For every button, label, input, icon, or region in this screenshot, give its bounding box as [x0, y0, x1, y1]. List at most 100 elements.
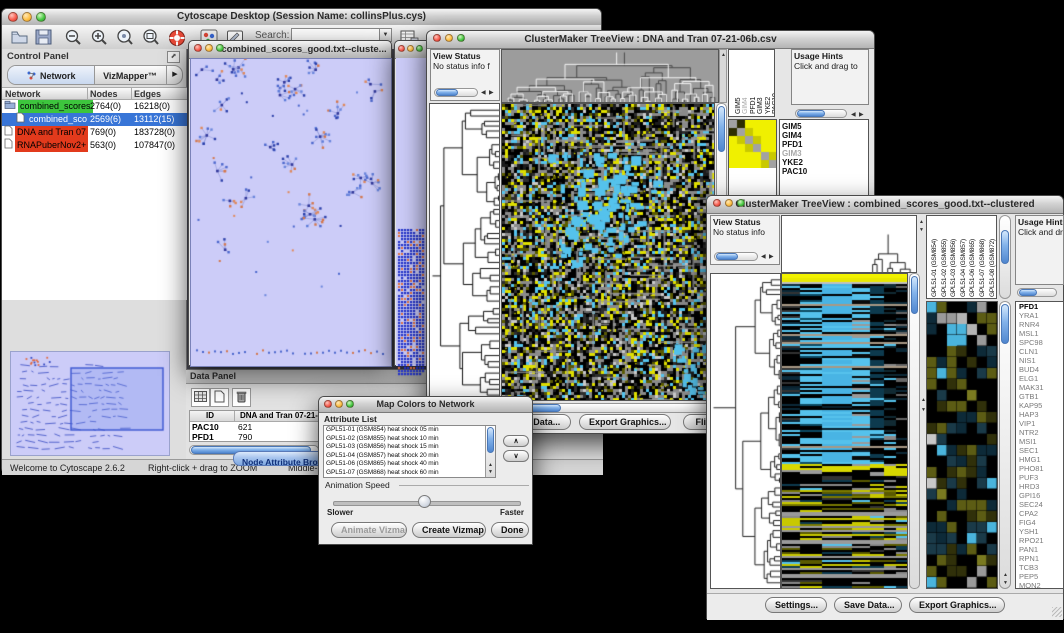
attribute-item[interactable]: GPL51-06 (GSM865) heat shock 40 min: [324, 460, 495, 469]
gene-label[interactable]: HMG1: [1016, 455, 1063, 464]
gene-label[interactable]: ELG1: [1016, 374, 1063, 383]
tv1-heatmap[interactable]: [502, 104, 714, 400]
gene-label[interactable]: PFD1: [1016, 302, 1063, 311]
zoom-window-icon[interactable]: [36, 12, 46, 22]
gene-label[interactable]: SEC1: [1016, 446, 1063, 455]
rotated-column-label[interactable]: PFD1: [750, 97, 757, 114]
minimize-icon[interactable]: [335, 400, 343, 408]
float-panel-icon[interactable]: ⬈: [167, 51, 180, 63]
scroll-down-icon[interactable]: ▼: [919, 226, 924, 234]
scroll-right-icon[interactable]: ▶: [489, 89, 494, 97]
gene-label[interactable]: MSI1: [1016, 437, 1063, 446]
zoom-window-icon[interactable]: [216, 44, 224, 52]
scroll-up-icon[interactable]: ▲: [1003, 571, 1008, 579]
scroll-left-icon[interactable]: ◀: [761, 253, 766, 261]
scroll-left-icon[interactable]: ◀: [851, 111, 856, 119]
gene-label[interactable]: YSH1: [1016, 527, 1063, 536]
gene-label[interactable]: PHO81: [1016, 464, 1063, 473]
zoom-window-icon[interactable]: [737, 199, 745, 207]
tv2-labels-vscrollbar[interactable]: [999, 215, 1011, 299]
col-network[interactable]: Network: [5, 89, 41, 99]
tv1-row-dendrogram[interactable]: [430, 104, 499, 400]
minimize-icon[interactable]: [22, 12, 32, 22]
network-canvas[interactable]: [191, 59, 389, 364]
attribute-item[interactable]: GPL51-01 (GSM854) heat shock 05 min: [324, 426, 495, 435]
rotated-column-label[interactable]: GIM4: [742, 98, 749, 114]
tv1-scroll-strip[interactable]: ▲: [719, 49, 727, 103]
minimize-icon[interactable]: [205, 44, 213, 52]
move-down-button[interactable]: ∨: [503, 450, 529, 462]
zoom-window-icon[interactable]: [416, 45, 423, 52]
gene-label[interactable]: MON2: [1016, 581, 1063, 589]
scroll-right-icon[interactable]: ▶: [769, 253, 774, 261]
move-up-button[interactable]: ∧: [503, 435, 529, 447]
value-column-header[interactable]: DNA and Tran 07-21-06: [240, 411, 327, 420]
gene-label[interactable]: RPO21: [1016, 536, 1063, 545]
close-icon[interactable]: [324, 400, 332, 408]
gene-label[interactable]: YRA1: [1016, 311, 1063, 320]
animate-vizmap-button[interactable]: Animate Vizmap: [331, 522, 407, 538]
dialog-titlebar[interactable]: Map Colors to Network: [319, 397, 532, 413]
rotated-column-label[interactable]: YKE2: [765, 97, 772, 114]
rotated-column-label[interactable]: GPL51-03 (GSM856): [950, 239, 957, 297]
minimize-icon[interactable]: [725, 199, 733, 207]
dense-network-canvas[interactable]: [397, 228, 427, 378]
rotated-column-label[interactable]: GIM3: [757, 98, 764, 114]
gene-label[interactable]: HAP3: [1016, 410, 1063, 419]
tv2-vscrollbar[interactable]: [909, 273, 920, 589]
close-icon[interactable]: [8, 12, 18, 22]
speed-slider-thumb[interactable]: [418, 495, 431, 508]
save-data-button[interactable]: Save Data...: [834, 597, 902, 613]
gene-label[interactable]: PAC10: [780, 167, 868, 176]
gene-label[interactable]: SEC24: [1016, 500, 1063, 509]
attribute-item[interactable]: GPL51-04 (GSM857) heat shock 20 min: [324, 452, 495, 461]
network-view-titlebar[interactable]: combined_scores_good.txt--cluste...: [189, 41, 391, 59]
scroll-down-icon[interactable]: ▼: [1003, 579, 1008, 587]
attribute-select-icon[interactable]: [191, 388, 210, 407]
tv1-column-dendrogram[interactable]: [502, 50, 718, 102]
treeview2-titlebar[interactable]: ClusterMaker TreeView : combined_scores_…: [707, 196, 1063, 214]
scroll-up-icon[interactable]: ▲: [721, 51, 726, 59]
network-view-2-titlebar[interactable]: [395, 41, 427, 59]
network-row[interactable]: DNA and Tran 07769(0)183728(0): [2, 126, 187, 139]
zoom-fit-icon[interactable]: [142, 29, 160, 51]
gene-label[interactable]: NTR2: [1016, 428, 1063, 437]
id-column-header[interactable]: ID: [206, 411, 214, 420]
rotated-column-label[interactable]: GIM5: [735, 98, 742, 114]
close-icon[interactable]: [713, 199, 721, 207]
gene-label[interactable]: RNR4: [1016, 320, 1063, 329]
tv2-status-hscrollbar[interactable]: [714, 252, 758, 261]
zoom-selected-icon[interactable]: [116, 29, 134, 51]
export-graphics-button[interactable]: Export Graphics...: [909, 597, 1005, 613]
rotated-column-label[interactable]: PAC10: [772, 93, 775, 114]
gene-label[interactable]: GIM5: [780, 122, 868, 131]
gene-label[interactable]: GTB1: [1016, 392, 1063, 401]
scroll-left-icon[interactable]: ◀: [481, 89, 486, 97]
tab-overflow-button[interactable]: ▶: [166, 66, 183, 84]
network-row[interactable]: combined_scores2764(0)16218(0): [2, 100, 187, 113]
tv2-heatmap[interactable]: [782, 274, 907, 588]
rotated-column-label[interactable]: GPL51-02 (GSM855): [941, 239, 948, 297]
tv1-status-hscrollbar[interactable]: [434, 88, 478, 97]
delete-attribute-icon[interactable]: [232, 388, 251, 407]
scroll-down-icon[interactable]: ▼: [488, 468, 493, 476]
done-button[interactable]: Done: [491, 522, 529, 538]
gene-label[interactable]: FIG4: [1016, 518, 1063, 527]
new-attribute-icon[interactable]: [210, 388, 229, 407]
zoom-window-icon[interactable]: [457, 34, 465, 42]
rotated-column-label[interactable]: GPL51-01 (GSM854): [931, 239, 938, 297]
zoom-out-icon[interactable]: [64, 29, 82, 51]
rotated-column-label[interactable]: GPL51-06 (GSM865): [969, 239, 976, 297]
tab-network[interactable]: Network: [8, 66, 95, 84]
rotated-column-label[interactable]: GPL51-07 (GSM868): [979, 239, 986, 297]
tv2-gene-list[interactable]: PFD1YRA1RNR4MSL1SPC98CLN1NIS1BUD4ELG1MAK…: [1015, 301, 1064, 589]
gene-label[interactable]: SPC98: [1016, 338, 1063, 347]
gene-label[interactable]: MSL1: [1016, 329, 1063, 338]
gene-label[interactable]: RPN1: [1016, 554, 1063, 563]
tv1-correlation-matrix[interactable]: [729, 120, 777, 168]
gene-label[interactable]: PAN1: [1016, 545, 1063, 554]
tv1-hscrollbar[interactable]: [501, 403, 715, 413]
attribute-item[interactable]: GPL51-07 (GSM868) heat shock 60 min: [324, 469, 495, 478]
gene-label[interactable]: PEP5: [1016, 572, 1063, 581]
attribute-list[interactable]: ▲ ▼ GPL51-01 (GSM854) heat shock 05 minG…: [323, 425, 496, 478]
